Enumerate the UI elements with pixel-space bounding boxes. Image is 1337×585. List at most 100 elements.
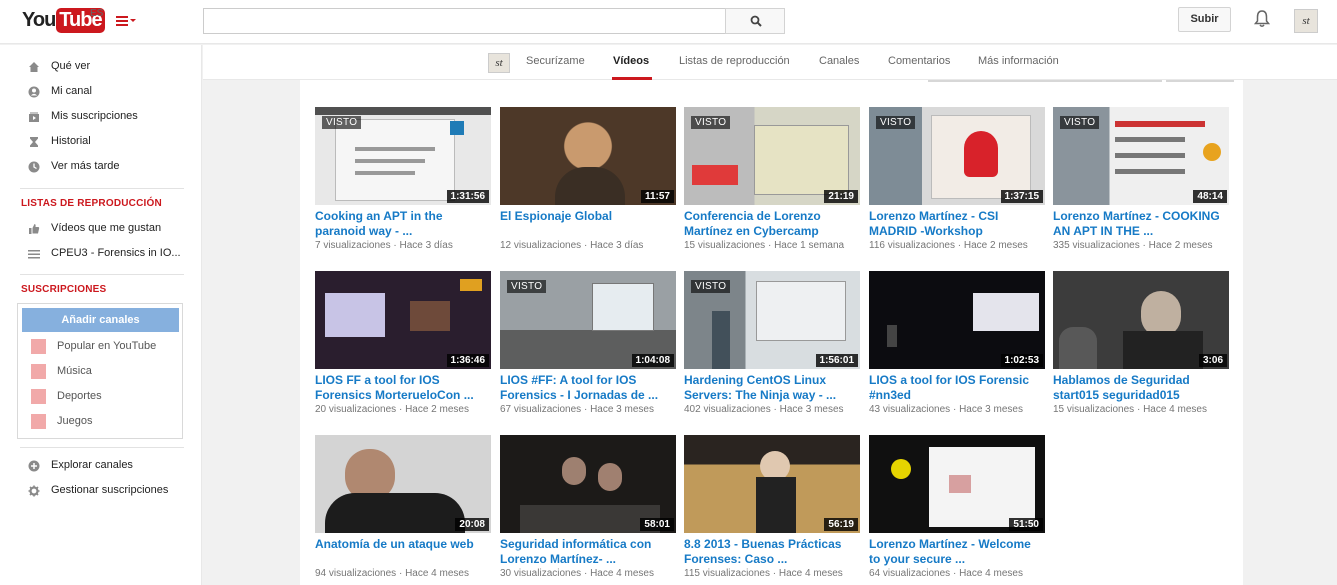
tab-securizame[interactable]: Securízame	[526, 55, 585, 67]
music-icon	[31, 364, 46, 379]
video-title[interactable]: Conferencia de Lorenzo Martínez en Cyber…	[684, 209, 860, 239]
sidebar-item-ver-mas-tarde[interactable]: Ver más tarde	[0, 155, 202, 179]
view-count: 335 visualizaciones	[1053, 240, 1140, 251]
tab-channels[interactable]: Canales	[819, 55, 859, 67]
video-meta: 20 visualizaciones · Hace 2 meses	[315, 404, 469, 415]
video-thumbnail[interactable]: 51:50	[869, 435, 1045, 533]
subscription-item-juegos[interactable]: Juegos	[18, 410, 182, 432]
sidebar-item-que-ver[interactable]: Qué ver	[0, 55, 202, 79]
account-avatar[interactable]: st	[1294, 9, 1318, 33]
add-channels-button[interactable]: Añadir canales	[22, 308, 179, 332]
guide-sidebar: Qué ver Mi canal Mis suscripciones Histo…	[0, 45, 202, 585]
video-card[interactable]: 3:06 Hablamos de Seguridad start015 segu…	[1053, 271, 1229, 431]
subscription-item-musica[interactable]: Música	[18, 360, 182, 382]
sidebar-item-explorar-canales[interactable]: Explorar canales	[0, 454, 202, 478]
video-thumbnail[interactable]: 1:02:53	[869, 271, 1045, 369]
video-meta: 7 visualizaciones · Hace 3 días	[315, 240, 453, 251]
subscriptions-icon	[29, 112, 39, 122]
sort-dropdown-edge[interactable]	[928, 80, 1162, 82]
video-duration: 48:14	[1193, 190, 1227, 203]
video-thumbnail[interactable]: 58:01	[500, 435, 676, 533]
video-card[interactable]: 58:01 Seguridad informática con Lorenzo …	[500, 435, 676, 585]
video-title[interactable]: Cooking an APT in the paranoid way - ...	[315, 209, 491, 239]
upload-age: Hace 2 meses	[405, 404, 469, 415]
video-thumbnail[interactable]: VISTO 1:37:15	[869, 107, 1045, 205]
video-card[interactable]: VISTO 48:14 Lorenzo Martínez - COOKING A…	[1053, 107, 1229, 267]
video-duration: 1:04:08	[631, 354, 674, 367]
sidebar-item-mi-canal[interactable]: Mi canal	[0, 80, 202, 104]
sidebar-item-playlist-cpeu3[interactable]: CPEU3 - Forensics in IO...	[0, 242, 202, 266]
view-count: 43 visualizaciones	[869, 404, 951, 415]
video-title[interactable]: LIOS #FF: A tool for IOS Forensics - I J…	[500, 373, 676, 403]
video-thumbnail[interactable]: 56:19	[684, 435, 860, 533]
video-card[interactable]: VISTO 1:56:01 Hardening CentOS Linux Ser…	[684, 271, 860, 431]
video-title[interactable]: El Espionaje Global	[500, 209, 676, 224]
video-thumbnail[interactable]: 20:08	[315, 435, 491, 533]
sidebar-item-suscripciones[interactable]: Mis suscripciones	[0, 105, 202, 129]
video-title[interactable]: Hablamos de Seguridad start015 seguridad…	[1053, 373, 1229, 403]
video-title[interactable]: Lorenzo Martínez - Welcome to your secur…	[869, 537, 1045, 567]
video-card[interactable]: VISTO 21:19 Conferencia de Lorenzo Martí…	[684, 107, 860, 267]
sidebar-item-historial[interactable]: Historial	[0, 130, 202, 154]
upload-button[interactable]: Subir	[1178, 7, 1231, 32]
sidebar-item-label: Mi canal	[51, 85, 92, 97]
video-card[interactable]: 51:50 Lorenzo Martínez - Welcome to your…	[869, 435, 1045, 585]
sidebar-item-label: Qué ver	[51, 60, 91, 72]
video-thumbnail[interactable]: VISTO 1:04:08	[500, 271, 676, 369]
subscription-item-popular[interactable]: Popular en YouTube	[18, 335, 182, 357]
video-card[interactable]: 1:36:46 LIOS FF a tool for IOS Forensics…	[315, 271, 491, 431]
video-card[interactable]: VISTO 1:31:56 Cooking an APT in the para…	[315, 107, 491, 267]
upload-age: Hace 2 meses	[1148, 240, 1213, 251]
logo-you-text: You	[22, 9, 56, 31]
tab-playlists[interactable]: Listas de reproducción	[679, 55, 790, 67]
video-thumbnail[interactable]: VISTO 1:31:56	[315, 107, 491, 205]
video-duration: 56:19	[824, 518, 858, 531]
video-duration: 3:06	[1198, 354, 1227, 367]
upload-age: Hace 2 meses	[963, 240, 1028, 251]
view-count: 402 visualizaciones	[684, 404, 771, 415]
video-thumbnail[interactable]: VISTO 48:14	[1053, 107, 1229, 205]
sidebar-item-gestionar-suscripciones[interactable]: Gestionar suscripciones	[0, 479, 202, 503]
view-toggle-edge[interactable]	[1166, 80, 1234, 82]
video-meta: 115 visualizaciones · Hace 4 meses	[684, 568, 843, 579]
notifications-bell-icon[interactable]	[1253, 10, 1271, 31]
subscription-label: Popular en YouTube	[57, 340, 157, 352]
guide-menu-icon[interactable]	[116, 13, 136, 27]
video-thumbnail[interactable]: VISTO 21:19	[684, 107, 860, 205]
view-count: 115 visualizaciones	[684, 568, 770, 579]
video-duration: 21:19	[824, 190, 858, 203]
video-thumbnail[interactable]: 11:57	[500, 107, 676, 205]
subscription-label: Música	[57, 365, 92, 377]
video-meta: 94 visualizaciones · Hace 4 meses	[315, 568, 469, 579]
tab-videos[interactable]: Vídeos	[613, 55, 649, 67]
search-button[interactable]	[725, 8, 785, 34]
video-thumbnail[interactable]: 3:06	[1053, 271, 1229, 369]
tab-comments[interactable]: Comentarios	[888, 55, 950, 67]
video-title[interactable]: LIOS FF a tool for IOS Forensics Morteru…	[315, 373, 491, 403]
tab-about[interactable]: Más información	[978, 55, 1059, 67]
video-title[interactable]: Lorenzo Martínez - COOKING AN APT IN THE…	[1053, 209, 1229, 239]
video-title[interactable]: LIOS a tool for IOS Forensic #nn3ed	[869, 373, 1045, 403]
video-thumbnail[interactable]: 1:36:46	[315, 271, 491, 369]
video-title[interactable]: Hardening CentOS Linux Servers: The Ninj…	[684, 373, 860, 403]
upload-age: Hace 3 meses	[779, 404, 844, 415]
video-title[interactable]: 8.8 2013 - Buenas Prácticas Forenses: Ca…	[684, 537, 860, 567]
video-card[interactable]: 56:19 8.8 2013 - Buenas Prácticas Forens…	[684, 435, 860, 585]
video-title[interactable]: Anatomía de un ataque web	[315, 537, 491, 552]
video-card[interactable]: 11:57 El Espionaje Global 12 visualizaci…	[500, 107, 676, 267]
video-card[interactable]: VISTO 1:37:15 Lorenzo Martínez - CSI MAD…	[869, 107, 1045, 267]
upload-age: Hace 4 meses	[590, 568, 654, 579]
video-card[interactable]: 1:02:53 LIOS a tool for IOS Forensic #nn…	[869, 271, 1045, 431]
video-title[interactable]: Seguridad informática con Lorenzo Martín…	[500, 537, 676, 567]
video-card[interactable]: VISTO 1:04:08 LIOS #FF: A tool for IOS F…	[500, 271, 676, 431]
video-card[interactable]: 20:08 Anatomía de un ataque web 94 visua…	[315, 435, 491, 585]
video-thumbnail[interactable]: VISTO 1:56:01	[684, 271, 860, 369]
channel-avatar[interactable]: st	[488, 53, 510, 73]
gear-icon	[28, 485, 40, 497]
search-input[interactable]	[203, 8, 726, 34]
sidebar-item-liked-videos[interactable]: Vídeos que me gustan	[0, 217, 202, 241]
sports-icon	[31, 389, 46, 404]
video-title[interactable]: Lorenzo Martínez - CSI MADRID -Workshop	[869, 209, 1045, 239]
view-count: 64 visualizaciones	[869, 568, 951, 579]
subscription-item-deportes[interactable]: Deportes	[18, 385, 182, 407]
